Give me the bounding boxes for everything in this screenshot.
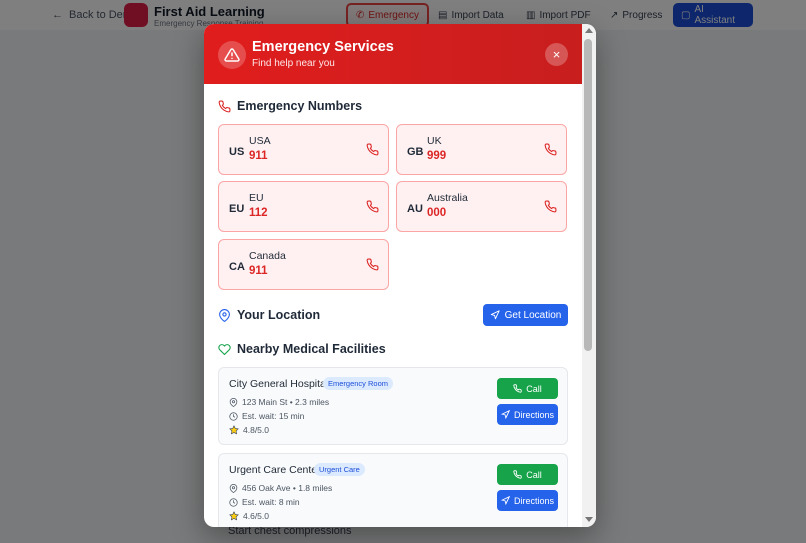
country-code: EU — [229, 203, 245, 215]
country-code: CA — [229, 261, 245, 273]
facility-rating-text: 4.8/5.0 — [243, 425, 269, 435]
phone-icon — [513, 384, 522, 393]
emergency-numbers-heading: Emergency Numbers — [218, 99, 362, 113]
heart-icon — [218, 343, 231, 355]
emergency-number: 911 — [249, 265, 268, 277]
country-code: AU — [407, 203, 423, 215]
map-pin-icon — [229, 483, 238, 493]
country-name: USA — [249, 135, 271, 147]
country-name: UK — [427, 135, 442, 147]
facility-rating: 4.8/5.0 — [229, 425, 269, 435]
scrollbar-thumb[interactable] — [584, 39, 592, 351]
clock-icon — [229, 411, 238, 421]
phone-icon — [366, 143, 379, 156]
nearby-facilities-heading: Nearby Medical Facilities — [218, 342, 386, 356]
scroll-up-arrow-icon[interactable] — [585, 28, 593, 33]
your-location-heading: Your Location — [218, 308, 320, 322]
phone-icon — [544, 200, 557, 213]
country-code: US — [229, 146, 245, 158]
emergency-number: 112 — [249, 207, 268, 219]
facility-name: City General Hospital — [229, 378, 329, 390]
call-label: Call — [526, 383, 542, 394]
facility-wait: Est. wait: 8 min — [229, 497, 300, 507]
call-label: Call — [526, 469, 542, 480]
your-location-title: Your Location — [237, 308, 321, 322]
facility-type-badge: Urgent Care — [314, 463, 365, 476]
directions-label: Directions — [513, 409, 554, 420]
scroll-down-arrow-icon[interactable] — [585, 517, 593, 522]
emergency-number-card-au[interactable]: AU Australia 000 — [396, 181, 567, 232]
facility-rating-text: 4.6/5.0 — [243, 511, 269, 521]
alert-triangle-icon — [218, 41, 246, 69]
facility-card: City General Hospital Emergency Room 123… — [218, 367, 568, 445]
country-code: GB — [407, 146, 424, 158]
modal-scrollbar[interactable] — [582, 24, 596, 527]
country-name: Canada — [249, 250, 286, 262]
navigation-icon — [500, 496, 510, 505]
call-button[interactable]: Call — [497, 378, 558, 399]
nearby-facilities-title: Nearby Medical Facilities — [237, 342, 386, 356]
facility-type-badge: Emergency Room — [323, 377, 394, 390]
phone-icon — [544, 143, 557, 156]
country-name: EU — [249, 192, 264, 204]
navigation-icon — [490, 310, 500, 320]
call-button[interactable]: Call — [497, 464, 558, 485]
phone-icon — [218, 100, 231, 112]
modal-title: Emergency Services — [252, 39, 394, 55]
clock-icon — [229, 497, 238, 507]
emergency-number-card-us[interactable]: US USA 911 — [218, 124, 389, 175]
star-icon — [229, 511, 239, 521]
facility-address-text: 456 Oak Ave • 1.8 miles — [242, 483, 333, 493]
directions-button[interactable]: Directions — [497, 404, 558, 425]
map-pin-icon — [229, 397, 238, 407]
modal-subtitle: Find help near you — [252, 58, 335, 69]
phone-icon — [513, 470, 522, 479]
facility-address-text: 123 Main St • 2.3 miles — [242, 397, 330, 407]
phone-icon — [366, 258, 379, 271]
emergency-number: 999 — [427, 150, 447, 162]
facility-wait: Est. wait: 15 min — [229, 411, 304, 421]
get-location-button[interactable]: Get Location — [483, 304, 568, 326]
facility-wait-text: Est. wait: 15 min — [242, 411, 305, 421]
get-location-label: Get Location — [504, 309, 562, 321]
close-button[interactable]: × — [545, 43, 568, 66]
facility-rating: 4.6/5.0 — [229, 511, 269, 521]
navigation-icon — [500, 410, 510, 419]
facility-address: 123 Main St • 2.3 miles — [229, 397, 329, 407]
facility-name: Urgent Care Center — [229, 464, 321, 476]
map-pin-icon — [219, 308, 230, 322]
country-name: Australia — [427, 192, 468, 204]
star-icon — [229, 425, 239, 435]
facility-address: 456 Oak Ave • 1.8 miles — [229, 483, 332, 493]
emergency-number: 000 — [427, 207, 447, 219]
emergency-number-card-ca[interactable]: CA Canada 911 — [218, 239, 389, 290]
phone-icon — [366, 200, 379, 213]
facility-card: Urgent Care Center Urgent Care 456 Oak A… — [218, 453, 568, 527]
emergency-services-modal: Emergency Services Find help near you × … — [204, 24, 596, 527]
facility-wait-text: Est. wait: 8 min — [242, 497, 300, 507]
emergency-numbers-title: Emergency Numbers — [237, 99, 363, 113]
modal-header: Emergency Services Find help near you × — [204, 24, 582, 84]
directions-button[interactable]: Directions — [497, 490, 558, 511]
directions-label: Directions — [513, 495, 554, 506]
emergency-number-card-eu[interactable]: EU EU 112 — [218, 181, 389, 232]
emergency-number: 911 — [249, 150, 268, 162]
emergency-number-card-gb[interactable]: GB UK 999 — [396, 124, 567, 175]
